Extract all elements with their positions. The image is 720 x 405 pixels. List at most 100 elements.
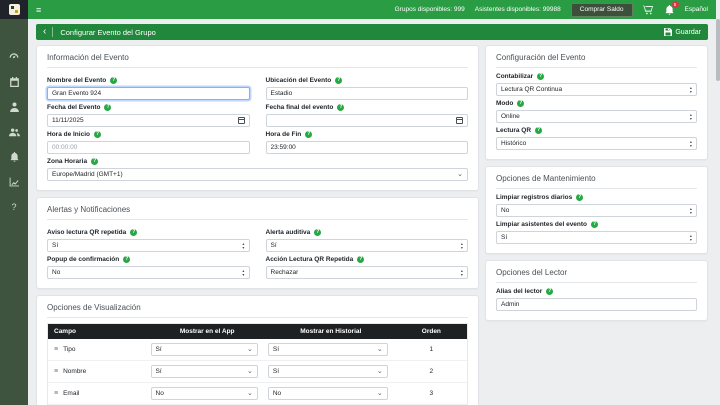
qr-reading-label: Lectura QR <box>496 127 532 134</box>
bell-icon-sidebar[interactable] <box>9 151 20 162</box>
field-reader-alias: Alias del lector ? <box>496 288 697 311</box>
help-icon[interactable]: ? <box>110 77 118 84</box>
event-date-input[interactable]: 11/11/2025 <box>47 114 250 127</box>
back-button[interactable]: ‹ <box>43 27 52 37</box>
help-icon[interactable]: ? <box>123 256 131 263</box>
buy-balance-button[interactable]: Comprar Saldo <box>570 2 633 17</box>
user-icon[interactable] <box>9 101 20 112</box>
drag-handle-icon[interactable]: ≡ <box>54 390 58 397</box>
gauge-icon[interactable] <box>9 51 20 62</box>
field-confirm-popup: Popup de confirmación ? No ▴ ▾ <box>47 256 250 279</box>
qr-reading-select[interactable]: Histórico ▴ ▾ <box>496 137 697 150</box>
cart-icon[interactable] <box>643 4 654 15</box>
confirm-popup-select[interactable]: No ▴ ▾ <box>47 266 250 279</box>
drag-handle-icon[interactable]: ≡ <box>54 368 58 375</box>
help-icon[interactable]: ? <box>546 288 554 295</box>
page-title: Configurar Evento del Grupo <box>60 27 156 37</box>
event-config-card: Configuración del Evento Contabilizar ? … <box>485 45 708 160</box>
calendar-icon[interactable] <box>9 76 20 87</box>
event-end-date-label: Fecha final del evento <box>265 104 334 111</box>
end-time-input[interactable] <box>265 141 468 154</box>
navbar-right: Grupos disponibles: 999 Asistentes dispo… <box>395 1 720 17</box>
chevron-down-icon: ⌄ <box>376 345 383 353</box>
audio-alert-select[interactable]: Sí ▴ ▾ <box>265 239 468 252</box>
app-logo[interactable] <box>0 0 28 19</box>
col-header-orden: Orden <box>421 328 441 335</box>
timezone-select[interactable]: Europe/Madrid (GMT+1) ⌄ <box>47 168 468 181</box>
bell-icon[interactable]: 5 <box>664 1 679 15</box>
field-repeat-qr-action: Acción Lectura QR Repetida ? Rechazar ▴ ▾ <box>265 256 468 279</box>
notification-badge: 5 <box>671 1 679 8</box>
select-arrows-icon: ▴ ▾ <box>689 233 692 242</box>
help-icon[interactable]: ? <box>305 131 313 138</box>
drag-handle-icon[interactable]: ≡ <box>54 346 58 353</box>
mode-label: Modo <box>496 100 514 107</box>
chevron-down-icon: ⌄ <box>376 389 383 397</box>
row-field-name: Tipo <box>63 346 76 353</box>
field-count-mode: Contabilizar ? Lectura QR Continua ▴ ▾ <box>496 73 697 96</box>
event-date-label: Fecha del Evento <box>47 104 101 111</box>
show-in-history-select[interactable]: Sí ⌄ <box>267 365 388 378</box>
display-options-table: Campo Mostrar en el App Mostrar en Histo… <box>47 323 468 405</box>
help-icon[interactable]: ? <box>314 229 322 236</box>
top-navbar: ≡ Grupos disponibles: 999 Asistentes dis… <box>0 0 720 19</box>
help-icon[interactable]: ? <box>576 194 584 201</box>
start-time-input[interactable] <box>47 141 250 154</box>
language-selector[interactable]: Español <box>685 6 709 13</box>
confirm-popup-label: Popup de confirmación <box>47 256 120 263</box>
show-in-app-select[interactable]: Sí ⌄ <box>150 343 258 356</box>
show-in-app-select[interactable]: No ⌄ <box>150 387 258 400</box>
select-arrows-icon: ▴ ▾ <box>242 241 245 250</box>
help-icon[interactable]: ? <box>517 100 525 107</box>
start-time-label: Hora de Inicio <box>47 131 90 138</box>
end-time-label: Hora de Fin <box>265 131 302 138</box>
row-field-name: Nombre <box>63 368 87 375</box>
audio-alert-label: Alerta auditiva <box>265 229 311 236</box>
show-in-history-select[interactable]: Sí ⌄ <box>267 343 388 356</box>
event-name-input[interactable] <box>47 87 250 100</box>
help-icon[interactable]: ? <box>537 73 545 80</box>
app-logo-icon <box>8 4 20 15</box>
select-arrows-icon: ▴ ▾ <box>689 206 692 215</box>
chart-icon[interactable] <box>9 176 20 187</box>
users-icon[interactable] <box>8 126 20 137</box>
field-event-date: Fecha del Evento ? 11/11/2025 <box>47 104 250 127</box>
calendar-picker-icon[interactable] <box>456 117 463 124</box>
help-icon[interactable]: ? <box>357 256 365 263</box>
field-start-time: Hora de Inicio ? <box>47 131 250 154</box>
help-icon[interactable]: ? <box>591 221 599 228</box>
scrollbar-thumb[interactable] <box>716 19 720 81</box>
help-icon[interactable]: ? <box>535 127 543 134</box>
section-title-event-config: Configuración del Evento <box>496 53 697 68</box>
field-event-end-date: Fecha final del evento ? <box>265 104 468 127</box>
event-name-label: Nombre del Evento <box>47 77 107 84</box>
event-location-input[interactable] <box>265 87 468 100</box>
clear-attendees-select[interactable]: Sí ▴ ▾ <box>496 231 697 244</box>
help-icon[interactable]: ? <box>91 158 99 165</box>
help-icon[interactable]: ? <box>93 131 101 138</box>
save-button[interactable]: Guardar <box>664 28 701 36</box>
reader-alias-input[interactable] <box>496 298 697 311</box>
chevron-down-icon: ⌄ <box>457 170 463 178</box>
event-end-date-input[interactable] <box>265 114 468 127</box>
repeat-qr-action-select[interactable]: Rechazar ▴ ▾ <box>265 266 468 279</box>
show-in-app-select[interactable]: Sí ⌄ <box>150 365 258 378</box>
show-in-history-select[interactable]: No ⌄ <box>267 387 388 400</box>
scrollbar <box>716 0 720 405</box>
mode-select[interactable]: Online ▴ ▾ <box>496 110 697 123</box>
help-icon[interactable]: ? <box>130 229 138 236</box>
count-mode-select[interactable]: Lectura QR Continua ▴ ▾ <box>496 83 697 96</box>
hamburger-icon[interactable]: ≡ <box>36 5 41 15</box>
help-icon-sidebar[interactable]: ? <box>9 201 20 212</box>
select-arrows-icon: ▴ ▾ <box>460 268 463 277</box>
calendar-picker-icon[interactable] <box>237 117 245 124</box>
maintenance-card: Opciones de Mantenimiento Limpiar regist… <box>485 166 708 254</box>
help-icon[interactable]: ? <box>104 104 112 111</box>
table-header-row: Campo Mostrar en el App Mostrar en Histo… <box>48 324 467 339</box>
clear-daily-select[interactable]: No ▴ ▾ <box>496 204 697 217</box>
page-header: ‹ Configurar Evento del Grupo Guardar <box>36 24 708 40</box>
clear-attendees-label: Limpiar asistentes del evento <box>496 221 588 228</box>
help-icon[interactable]: ? <box>335 77 343 84</box>
help-icon[interactable]: ? <box>337 104 345 111</box>
repeat-qr-warning-select[interactable]: Sí ▴ ▾ <box>47 239 250 252</box>
